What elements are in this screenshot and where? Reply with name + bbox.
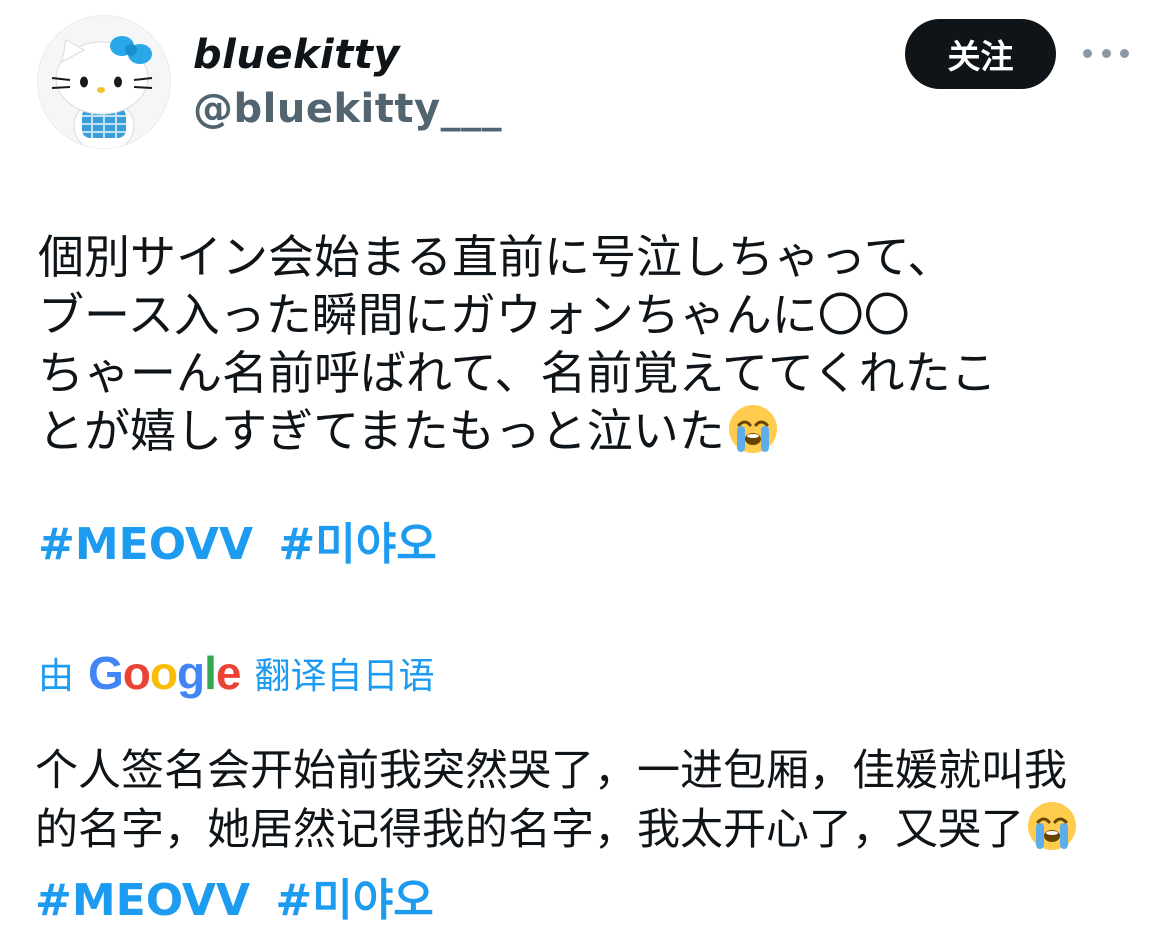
translation-attribution[interactable]: 由 Google 翻译自日语 (38, 645, 435, 701)
translation-prefix: 由 (38, 656, 75, 697)
more-dot (1083, 48, 1092, 58)
loudly-crying-face-emoji (728, 405, 777, 453)
tweet-text-line-1: 個別サイン会始まる直前に号泣しちゃって、 (38, 230, 954, 284)
translated-text-line-1: 个人签名会开始前我突然哭了，一进包厢，佳媛就叫我 (35, 746, 1067, 796)
hashtag-link[interactable]: #미야오 (278, 519, 436, 570)
hashtag-link[interactable]: #미야오 (275, 875, 433, 926)
loudly-crying-face-emoji (1028, 802, 1076, 850)
more-dot (1120, 48, 1129, 58)
translation-suffix: 翻译自日语 (254, 656, 435, 697)
author-handle[interactable]: @bluekitty___ (193, 86, 502, 132)
more-dot (1101, 48, 1111, 58)
tweet-text-line-3: ちゃーん名前呼ばれて、名前覚えててくれたこ (38, 346, 997, 400)
translated-hashtags: #MEOVV #미야오 (35, 864, 444, 928)
more-options-icon[interactable] (1083, 38, 1129, 68)
tweet-text: 個別サイン会始まる直前に号泣しちゃって、 ブース入った瞬間にガウォンちゃんに〇〇… (38, 228, 1148, 460)
translated-text: 个人签名会开始前我突然哭了，一进包厢，佳媛就叫我 的名字，她居然记得我的名字，我… (35, 742, 1145, 859)
translated-text-line-2: 的名字，她居然记得我的名字，我太开心了，又哭了 (35, 805, 1024, 855)
tweet-text-line-2: ブース入った瞬間にガウォンちゃんに〇〇 (38, 288, 910, 342)
follow-button[interactable]: 关注 (905, 19, 1056, 89)
hello-kitty-avatar-image (38, 16, 170, 148)
tweet-hashtags: #MEOVV #미야오 (38, 508, 447, 572)
author-display-name[interactable]: bluekitty (193, 32, 400, 78)
hashtag-link[interactable]: #MEOVV (35, 875, 250, 926)
google-logo: Google (88, 647, 241, 699)
avatar[interactable] (37, 15, 171, 149)
hashtag-link[interactable]: #MEOVV (38, 519, 253, 570)
tweet-text-line-4: とが嬉しすぎてまたもっと泣いた (38, 404, 725, 458)
